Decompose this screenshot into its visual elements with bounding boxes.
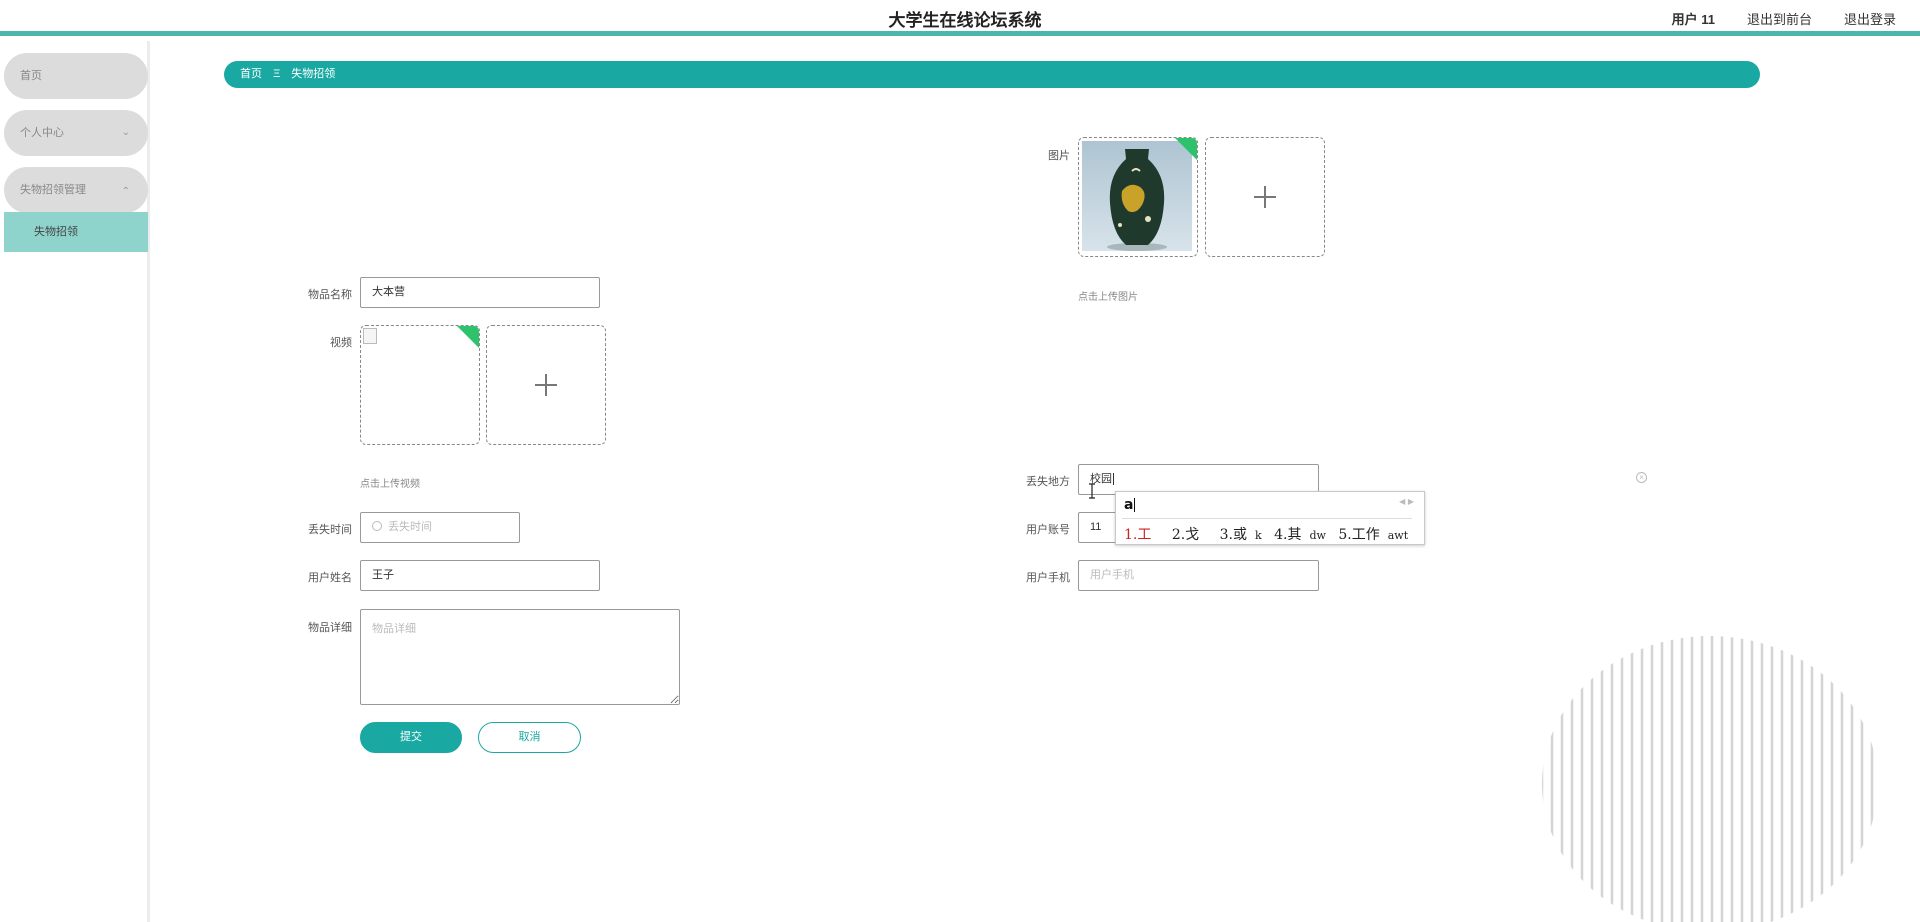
item-name-input[interactable]: 大本营 xyxy=(360,277,600,308)
username-input[interactable]: 王子 xyxy=(360,560,600,591)
sidebar: 首页 个人中心 ⌄ 失物招领管理 ⌃ 失物招领 xyxy=(0,41,150,922)
ime-page-arrows-icon[interactable]: ◀ ▶ xyxy=(1399,497,1414,506)
upload-success-corner-icon xyxy=(1175,138,1197,160)
ime-candidates: 1.工 2.戈 3.或 k 4.其 dw 5.工作 awt xyxy=(1124,524,1416,544)
image-label: 图片 xyxy=(1048,150,1070,162)
plus-icon xyxy=(1254,186,1276,208)
ime-divider xyxy=(1122,518,1412,519)
sidebar-item-lost-found-management[interactable]: 失物招领管理 ⌃ xyxy=(4,167,148,213)
ime-candidate[interactable]: 5.工作 awt xyxy=(1338,527,1408,543)
sidebar-item-label: 失物招领管理 xyxy=(20,184,86,196)
top-header: 大学生在线论坛系统 用户 11 退出到前台 退出登录 xyxy=(0,0,1920,36)
sidebar-item-label: 首页 xyxy=(20,70,42,82)
breadcrumb-separator-icon: Ξ xyxy=(273,68,281,80)
video-upload-button[interactable] xyxy=(486,325,606,445)
sidebar-item-personal-center[interactable]: 个人中心 ⌄ xyxy=(4,110,148,156)
plus-icon xyxy=(535,374,557,396)
top-links: 用户 11 退出到前台 退出登录 xyxy=(1672,9,1896,28)
breadcrumb: 首页 Ξ 失物招领 xyxy=(224,61,1760,88)
ime-candidate-window: a ◀ ▶ 1.工 2.戈 3.或 k 4.其 dw 5.工作 awt xyxy=(1115,491,1425,545)
broken-image-icon xyxy=(363,328,377,344)
breadcrumb-current: 失物招领 xyxy=(291,68,336,80)
sidebar-subitem-lost-found[interactable]: 失物招领 xyxy=(4,212,148,252)
detail-label: 物品详细 xyxy=(308,622,352,634)
uploaded-image-thumbnail[interactable] xyxy=(1078,137,1198,257)
phone-input[interactable]: 用户手机 xyxy=(1078,560,1319,591)
ime-composition: a xyxy=(1124,497,1134,513)
account-label: 用户账号 xyxy=(1026,524,1070,536)
clock-icon xyxy=(372,521,382,532)
image-upload-hint: 点击上传图片 xyxy=(1078,292,1138,303)
text-cursor-icon xyxy=(1089,483,1095,499)
sidebar-item-label: 个人中心 xyxy=(20,127,64,139)
upload-success-corner-icon xyxy=(457,326,479,348)
detail-textarea[interactable] xyxy=(360,609,680,705)
image-upload-button[interactable] xyxy=(1205,137,1325,257)
item-name-label: 物品名称 xyxy=(308,289,352,301)
username-label: 用户姓名 xyxy=(308,572,352,584)
lost-place-label: 丢失地方 xyxy=(1026,476,1070,488)
chevron-down-icon: ⌄ xyxy=(121,127,130,138)
ime-candidate[interactable]: 1.工 xyxy=(1124,527,1159,543)
decorative-striped-circle xyxy=(1542,636,1874,922)
video-label: 视频 xyxy=(330,337,352,349)
back-to-front-link[interactable]: 退出到前台 xyxy=(1747,9,1812,28)
sidebar-item-home[interactable]: 首页 xyxy=(4,53,148,99)
lost-time-placeholder: 丢失时间 xyxy=(388,521,432,533)
current-user-link[interactable]: 用户 11 xyxy=(1672,9,1715,28)
close-icon[interactable]: × xyxy=(1636,472,1647,483)
ime-candidate[interactable]: 4.其 dw xyxy=(1274,527,1326,543)
lost-time-label: 丢失时间 xyxy=(308,524,352,536)
ime-candidate[interactable]: 3.或 k xyxy=(1220,527,1262,543)
logout-link[interactable]: 退出登录 xyxy=(1844,9,1896,28)
video-upload-hint: 点击上传视频 xyxy=(360,479,420,490)
submit-button[interactable]: 提交 xyxy=(360,722,462,753)
app-title: 大学生在线论坛系统 xyxy=(888,11,1042,30)
phone-label: 用户手机 xyxy=(1026,572,1070,584)
ime-candidate[interactable]: 2.戈 xyxy=(1172,527,1207,543)
cancel-button[interactable]: 取消 xyxy=(478,722,581,753)
uploaded-video-thumbnail[interactable] xyxy=(360,325,480,445)
lost-time-picker[interactable]: 丢失时间 xyxy=(360,512,520,543)
chevron-up-icon: ⌃ xyxy=(121,186,130,197)
breadcrumb-home[interactable]: 首页 xyxy=(240,68,262,80)
